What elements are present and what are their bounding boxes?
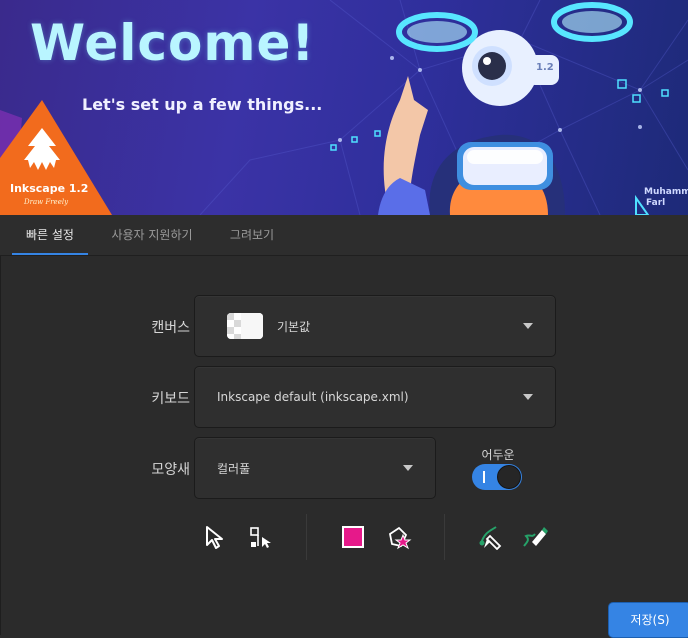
tab-support[interactable]: 사용자 지원하기 [98, 215, 206, 253]
selector-tool-icon[interactable] [202, 524, 228, 550]
toolbar-separator [444, 514, 445, 560]
canvas-value: 기본값 [277, 319, 311, 334]
left-border [0, 256, 1, 635]
rect-fill-icon[interactable] [340, 524, 366, 550]
artist-credit-line2: Farl [646, 198, 666, 208]
tab-quick-setup[interactable]: 빠른 설정 [12, 215, 88, 255]
welcome-subtitle: Let's set up a few things... [82, 95, 323, 114]
canvas-dropdown[interactable]: 기본값 [194, 295, 556, 357]
artist-credit-line1: Muhamm [644, 187, 688, 197]
save-button[interactable]: 저장(S) [608, 602, 688, 638]
toggle-knob [497, 465, 521, 489]
tab-contribute-draw[interactable]: 그려보기 [216, 215, 288, 253]
dark-mode-label: 어두운 [481, 448, 515, 462]
node-tool-icon[interactable] [248, 524, 274, 550]
bezier-pen-icon[interactable] [478, 524, 504, 551]
chevron-down-icon [523, 323, 533, 329]
drone-mascot-illustration [378, 2, 633, 215]
dark-mode-toggle[interactable] [472, 464, 522, 490]
tab-bar: 빠른 설정 사용자 지원하기 그려보기 [0, 215, 688, 256]
logo-tagline: Draw Freely [24, 198, 69, 206]
keyboard-dropdown[interactable]: Inkscape default (inkscape.xml) [194, 366, 556, 428]
calligraphy-pen-icon[interactable] [522, 524, 548, 550]
inkscape-logo: Inkscape 1.2 Draw Freely [0, 98, 112, 215]
logo-name: Inkscape 1.2 [10, 182, 89, 195]
star-object-icon[interactable] [386, 524, 412, 550]
theme-value: 컬러풀 [217, 461, 251, 476]
toggle-on-indicator [483, 471, 485, 483]
drone-version-label: 1.2 [536, 62, 554, 73]
keyboard-value: Inkscape default (inkscape.xml) [217, 390, 409, 404]
keyboard-label: 키보드 [151, 391, 190, 407]
canvas-label: 캔버스 [151, 320, 190, 336]
chevron-down-icon [523, 394, 533, 400]
welcome-banner: Welcome! Let's set up a few things... 1.… [0, 0, 688, 215]
canvas-preview-swatch [227, 313, 263, 339]
theme-dropdown[interactable]: 컬러풀 [194, 437, 436, 499]
toolbar-separator [306, 514, 307, 560]
welcome-title: Welcome! [30, 14, 316, 72]
artist-credit: Muhamm Farl [644, 187, 688, 209]
theme-label: 모양새 [151, 462, 190, 478]
chevron-down-icon [403, 465, 413, 471]
